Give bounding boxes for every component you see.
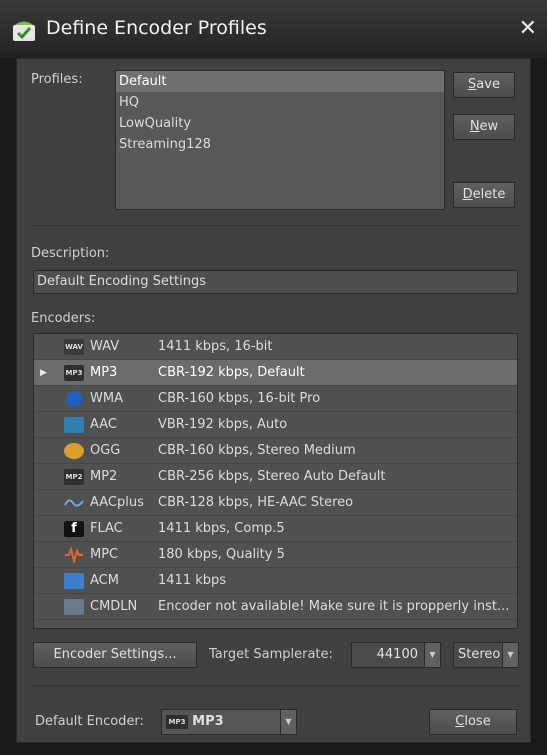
encoder-row-mpc[interactable]: MPC 180 kbps, Quality 5 [34, 542, 517, 568]
encoder-detail: 1411 kbps, Comp.5 [158, 521, 285, 536]
new-button[interactable]: New [453, 114, 515, 140]
encoder-row-aac[interactable]: AAC VBR-192 kbps, Auto [34, 412, 517, 438]
title-bar[interactable]: Define Encoder Profiles ✕ [0, 0, 547, 58]
profile-item-default[interactable]: Default [116, 71, 444, 92]
close-button-label: lose [464, 714, 491, 729]
current-row-arrow-icon: ▶ [40, 368, 47, 378]
cmdln-icon [64, 599, 84, 615]
encoder-name: WAV [90, 339, 120, 354]
profile-item-hq[interactable]: HQ [116, 92, 444, 113]
divider [31, 685, 518, 686]
samplerate-value: 44100 [376, 647, 418, 662]
encoder-detail: CBR-192 kbps, Default [158, 365, 305, 380]
encoders-table[interactable]: WAV WAV 1411 kbps, 16-bit ▶ MP3 MP3 CBR-… [33, 333, 518, 629]
mp3-icon: MP3 [166, 714, 188, 729]
flac-icon: f [64, 521, 84, 537]
wav-icon: WAV [64, 339, 84, 355]
encoder-name: OGG [90, 443, 121, 458]
profiles-label: Profiles: [31, 72, 83, 87]
mp2-icon: MP2 [64, 469, 84, 485]
close-window-icon[interactable]: ✕ [519, 16, 537, 41]
channels-value: Stereo [458, 647, 501, 662]
encoder-row-flac[interactable]: f FLAC 1411 kbps, Comp.5 [34, 516, 517, 542]
dialog-window: Define Encoder Profiles ✕ Profiles: Defa… [0, 0, 547, 755]
aac-icon [64, 417, 84, 433]
profile-item-lowquality[interactable]: LowQuality [116, 113, 444, 134]
encoder-row-cmdln[interactable]: CMDLN Encoder not available! Make sure i… [34, 594, 517, 620]
delete-button[interactable]: Delete [453, 182, 515, 208]
samplerate-select[interactable]: 44100 ▼ [351, 642, 441, 668]
samplerate-label: Target Samplerate: [209, 647, 333, 662]
encoder-name: MP2 [90, 469, 118, 484]
encoder-detail: Encoder not available! Make sure it is p… [158, 599, 510, 614]
new-button-label: ew [479, 119, 499, 134]
encoder-name: CMDLN [90, 599, 138, 614]
dialog-body: Profiles: Default HQ LowQuality Streamin… [16, 58, 531, 743]
ogg-icon [64, 443, 84, 459]
encoder-row-ogg[interactable]: OGG CBR-160 kbps, Stereo Medium [34, 438, 517, 464]
samplerate-dropdown-icon[interactable]: ▼ [424, 643, 440, 667]
mpc-icon [65, 547, 83, 563]
close-button[interactable]: Close [429, 709, 517, 735]
encoder-row-aacplus[interactable]: AACplus CBR-128 kbps, HE-AAC Stereo [34, 490, 517, 516]
profiles-list[interactable]: Default HQ LowQuality Streaming128 [115, 70, 445, 210]
save-button-label: ave [476, 77, 500, 92]
encoder-row-wav[interactable]: WAV WAV 1411 kbps, 16-bit [34, 334, 517, 360]
encoder-name: MP3 [90, 365, 118, 380]
default-encoder-label: Default Encoder: [35, 714, 144, 729]
encoder-row-mp3[interactable]: ▶ MP3 MP3 CBR-192 kbps, Default [34, 360, 517, 386]
delete-button-label: elete [472, 187, 506, 202]
window-title: Define Encoder Profiles [46, 17, 267, 39]
app-icon [13, 21, 35, 41]
encoder-row-mp2[interactable]: MP2 MP2 CBR-256 kbps, Stereo Auto Defaul… [34, 464, 517, 490]
channels-dropdown-icon[interactable]: ▼ [502, 643, 518, 667]
default-encoder-dropdown-icon[interactable]: ▼ [280, 710, 296, 734]
profile-item-streaming128[interactable]: Streaming128 [116, 134, 444, 155]
encoder-name: AAC [90, 417, 117, 432]
aacplus-icon [64, 499, 84, 507]
default-encoder-select[interactable]: MP3 MP3 ▼ [161, 709, 297, 735]
save-button[interactable]: Save [453, 72, 515, 98]
encoder-row-acm[interactable]: ACM 1411 kbps [34, 568, 517, 594]
encoders-label: Encoders: [31, 311, 96, 326]
acm-icon [64, 573, 84, 589]
encoder-name: WMA [90, 391, 123, 406]
wma-icon [66, 391, 82, 407]
encoder-detail: 1411 kbps [158, 573, 227, 588]
encoder-settings-button[interactable]: Encoder Settings... [33, 642, 197, 668]
encoder-name: FLAC [90, 521, 123, 536]
description-field[interactable]: Default Encoding Settings [33, 270, 518, 294]
encoder-name: AACplus [90, 495, 144, 510]
encoder-row-wma[interactable]: WMA CBR-160 kbps, 16-bit Pro [34, 386, 517, 412]
encoder-detail: VBR-192 kbps, Auto [158, 417, 288, 432]
description-label: Description: [31, 246, 110, 261]
new-button-mnemonic: N [469, 119, 480, 134]
encoder-detail: 1411 kbps, 16-bit [158, 339, 273, 354]
close-button-mnemonic: C [455, 714, 465, 729]
encoder-name: MPC [90, 547, 119, 562]
channels-select[interactable]: Stereo ▼ [453, 642, 519, 668]
encoder-detail: CBR-160 kbps, 16-bit Pro [158, 391, 321, 406]
encoder-name: ACM [90, 573, 119, 588]
encoder-detail: CBR-256 kbps, Stereo Auto Default [158, 469, 386, 484]
mp3-icon: MP3 [64, 365, 84, 381]
default-encoder-value: MP3 [192, 714, 224, 729]
delete-button-mnemonic: D [462, 187, 473, 202]
encoder-detail: CBR-160 kbps, Stereo Medium [158, 443, 356, 458]
encoder-detail: 180 kbps, Quality 5 [158, 547, 285, 562]
divider [31, 225, 518, 226]
encoder-detail: CBR-128 kbps, HE-AAC Stereo [158, 495, 354, 510]
